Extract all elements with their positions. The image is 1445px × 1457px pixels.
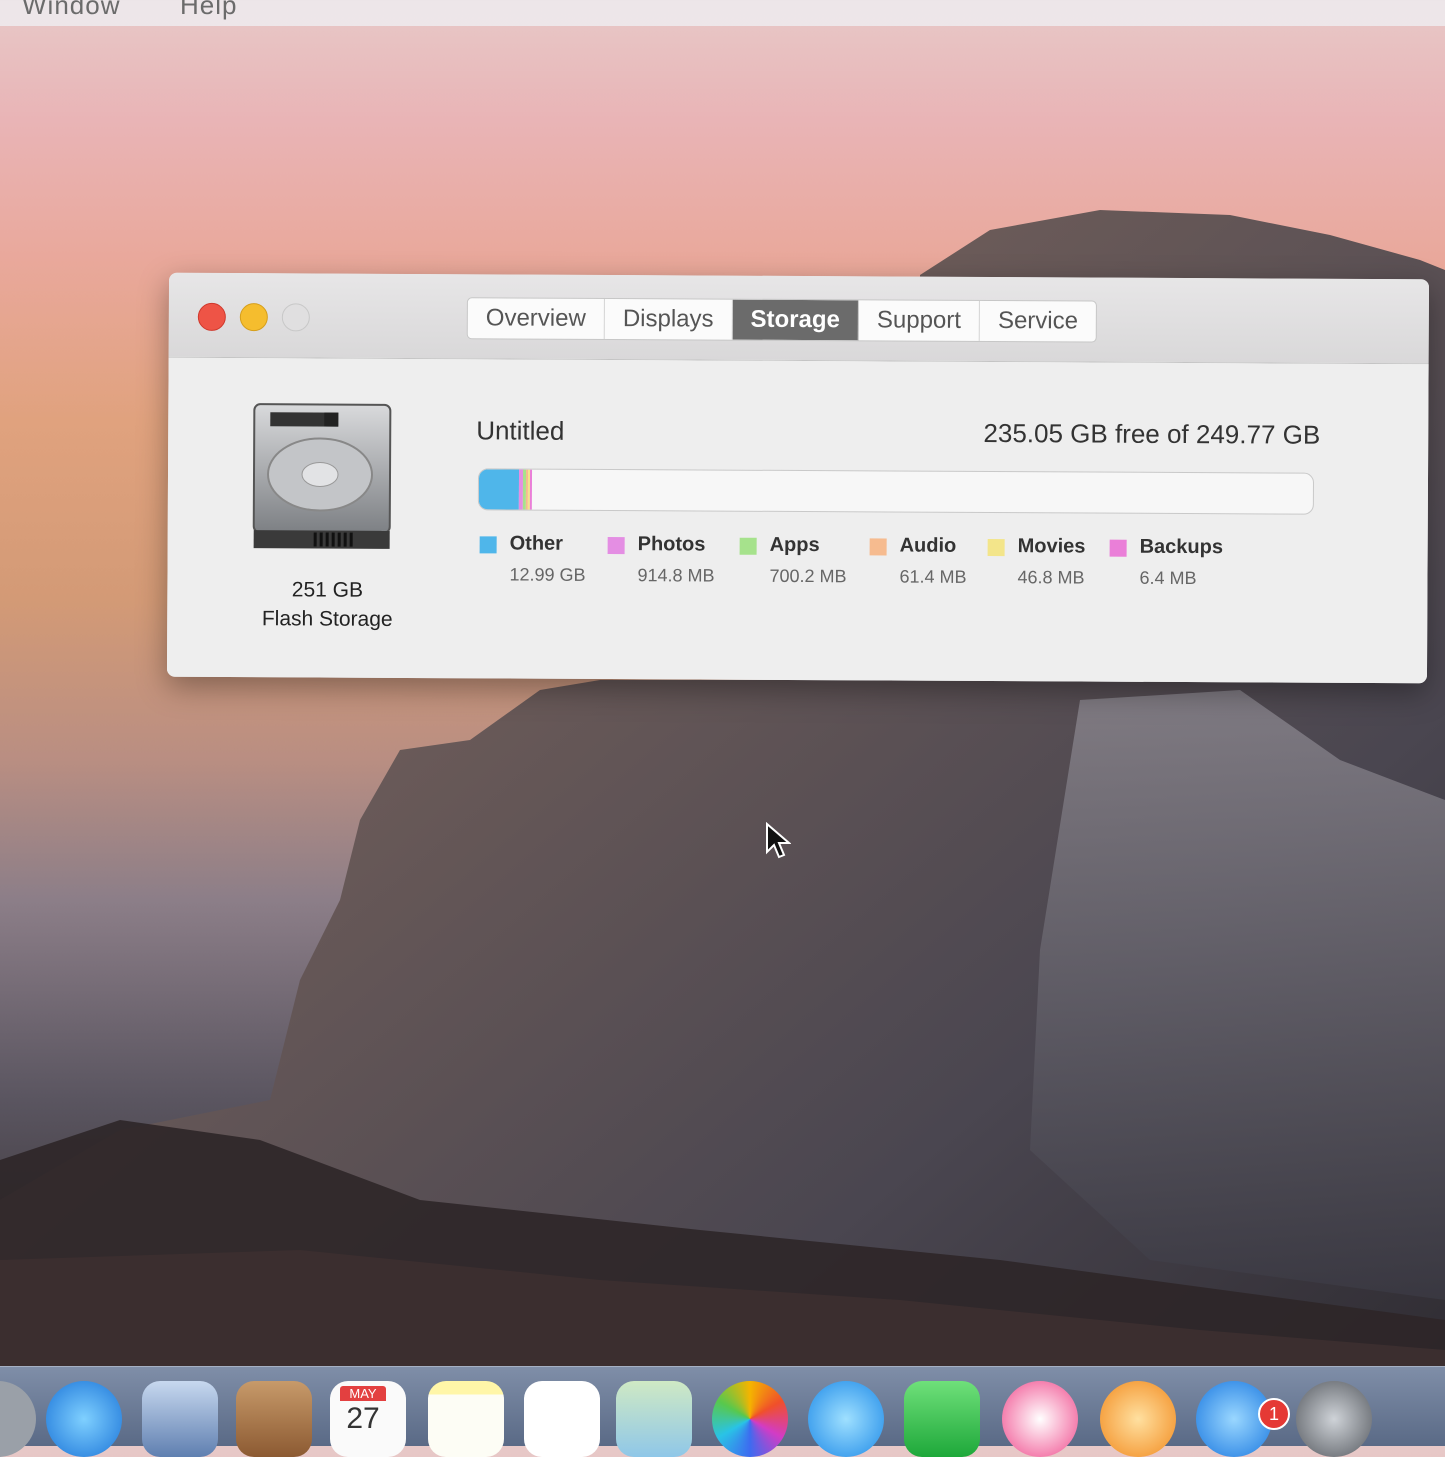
- tab-displays[interactable]: Displays: [604, 298, 733, 340]
- legend-label: Apps: [769, 533, 820, 557]
- legend-swatch: [869, 538, 887, 556]
- mouse-pointer-icon: [766, 822, 791, 859]
- storage-usage-bar: [477, 468, 1315, 515]
- legend-value: 61.4 MB: [899, 566, 967, 587]
- finder-icon[interactable]: [0, 1381, 36, 1457]
- legend-swatch: [739, 537, 757, 555]
- menu-bar: Window Help: [0, 0, 1445, 26]
- system-preferences-icon[interactable]: [1296, 1381, 1372, 1457]
- mail-icon[interactable]: [142, 1381, 218, 1457]
- tab-bar: Overview Displays Storage Support Servic…: [466, 297, 1098, 343]
- legend-value: 914.8 MB: [637, 565, 715, 586]
- safari-icon[interactable]: [46, 1381, 122, 1457]
- title-bar: Overview Displays Storage Support Servic…: [168, 272, 1430, 365]
- legend-swatch: [1109, 539, 1127, 557]
- photos-icon[interactable]: [712, 1381, 788, 1457]
- tab-support[interactable]: Support: [858, 300, 981, 341]
- tab-overview[interactable]: Overview: [467, 298, 605, 339]
- volume-free-space: 235.05 GB free of 249.77 GB: [983, 417, 1321, 450]
- legend-value: 46.8 MB: [1017, 567, 1085, 588]
- legend-label: Other: [509, 532, 564, 555]
- about-this-mac-window: Overview Displays Storage Support Servic…: [166, 272, 1430, 684]
- app-store-badge: 1: [1258, 1398, 1290, 1430]
- close-button[interactable]: [197, 302, 226, 332]
- dock: [0, 1366, 1445, 1457]
- minimize-button[interactable]: [239, 303, 268, 332]
- notes-icon[interactable]: [428, 1381, 504, 1457]
- calendar-month: MAY: [340, 1386, 386, 1401]
- legend-label: Photos: [637, 533, 706, 556]
- storage-legend: Other 12.99 GB Photos 914.8 MB Apps 700.…: [479, 532, 1319, 606]
- menu-window[interactable]: Window: [22, 0, 120, 21]
- ibooks-icon[interactable]: [1100, 1381, 1176, 1457]
- legend-value: 12.99 GB: [509, 564, 586, 585]
- tab-service[interactable]: Service: [980, 301, 1096, 342]
- disk-capacity: 251 GB: [291, 578, 364, 602]
- volume-name: Untitled: [476, 415, 565, 446]
- legend-label: Backups: [1139, 535, 1224, 559]
- legend-swatch: [607, 537, 625, 555]
- legend-value: 6.4 MB: [1139, 567, 1197, 589]
- contacts-icon[interactable]: [236, 1381, 312, 1457]
- tab-storage[interactable]: Storage: [732, 299, 860, 341]
- facetime-icon[interactable]: [904, 1381, 980, 1457]
- legend-swatch: [987, 538, 1005, 557]
- maps-icon[interactable]: [616, 1381, 692, 1457]
- legend-label: Movies: [1017, 535, 1086, 558]
- itunes-icon[interactable]: [1002, 1381, 1078, 1457]
- storage-panel: 251 GB Flash Storage Untitled 235.05 GB …: [166, 357, 1429, 684]
- calendar-day: 27: [346, 1402, 380, 1435]
- messages-icon[interactable]: [808, 1381, 884, 1457]
- zoom-button[interactable]: [281, 303, 310, 332]
- menu-help[interactable]: Help: [180, 0, 237, 21]
- reminders-icon[interactable]: [524, 1381, 600, 1457]
- disk-type: Flash Storage: [261, 607, 393, 631]
- usage-segment-backups: [529, 469, 533, 510]
- hard-disk-icon: [252, 403, 392, 549]
- legend-label: Audio: [899, 534, 957, 557]
- desktop-wallpaper: [0, 210, 1445, 1445]
- usage-segment-other: [478, 469, 520, 510]
- legend-swatch: [479, 536, 497, 554]
- legend-value: 700.2 MB: [769, 565, 847, 587]
